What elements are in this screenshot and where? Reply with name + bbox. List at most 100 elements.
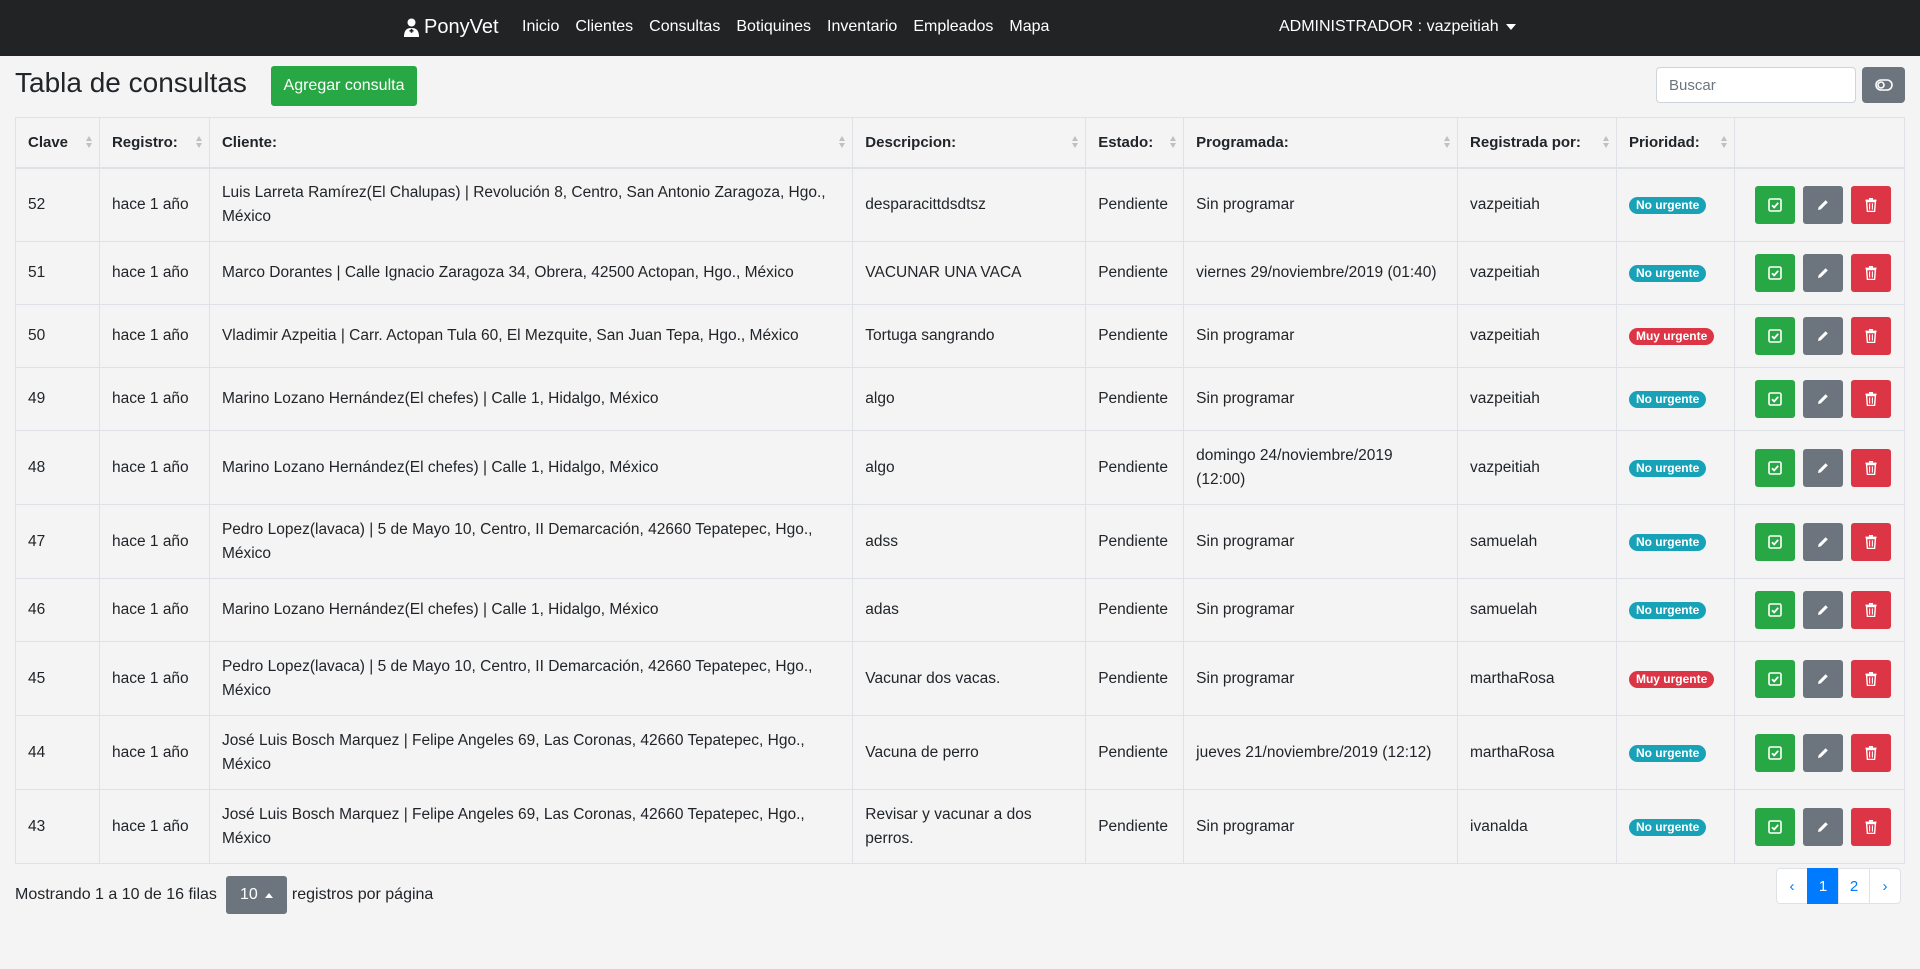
pagination-page-1[interactable]: 1 <box>1807 868 1839 904</box>
complete-button[interactable] <box>1754 807 1795 846</box>
cell-actions <box>1733 641 1906 716</box>
delete-button[interactable] <box>1850 807 1891 846</box>
edit-button[interactable] <box>1802 254 1843 292</box>
nav-link-empleados[interactable]: Empleados <box>913 18 993 36</box>
sort-icon <box>195 135 203 149</box>
cell-prioridad: No urgente <box>1615 241 1735 305</box>
nav-link-inventario[interactable]: Inventario <box>827 18 897 36</box>
row-actions <box>1747 591 1892 629</box>
edit-button[interactable] <box>1802 185 1843 224</box>
cell-programada: domingo 24/noviembre/2019 (12:00) <box>1183 430 1459 505</box>
delete-button[interactable] <box>1850 380 1891 418</box>
cell-cliente: Pedro Lopez(lavaca) | 5 de Mayo 10, Cent… <box>208 641 854 716</box>
cell-registrada-por: samuelah <box>1457 578 1617 642</box>
cell-descripcion: Vacuna de perro <box>852 715 1087 790</box>
priority-badge: No urgente <box>1628 196 1707 214</box>
delete-button[interactable] <box>1850 733 1891 772</box>
cell-registro: hace 1 año <box>98 504 210 579</box>
pagination-page-2[interactable]: 2 <box>1838 868 1870 904</box>
cell-registrada-por: vazpeitiah <box>1457 167 1617 242</box>
cell-clave: 44 <box>15 715 100 790</box>
complete-button[interactable] <box>1754 591 1795 629</box>
brand-link[interactable]: PonyVet <box>403 16 499 39</box>
row-actions <box>1747 185 1892 224</box>
nav-link-mapa[interactable]: Mapa <box>1009 18 1049 36</box>
edit-button[interactable] <box>1802 807 1843 846</box>
delete-button[interactable] <box>1850 522 1891 561</box>
cell-actions <box>1733 430 1906 505</box>
table-row: 49 hace 1 año Marino Lozano Hernández(El c… <box>15 367 1906 431</box>
complete-button[interactable] <box>1754 380 1795 418</box>
delete-button[interactable] <box>1850 448 1891 487</box>
cell-registrada-por: marthaRosa <box>1457 715 1617 790</box>
cell-estado: Pendiente <box>1085 641 1185 716</box>
delete-button[interactable] <box>1850 659 1891 698</box>
consultas-table: Clave Registro: Cliente: Descripcion: Es… <box>15 117 1906 864</box>
pencil-icon <box>1816 746 1830 760</box>
row-actions <box>1747 659 1892 698</box>
priority-badge: No urgente <box>1628 533 1707 551</box>
edit-button[interactable] <box>1802 591 1843 629</box>
nav-link-consultas[interactable]: Consultas <box>649 18 720 36</box>
complete-button[interactable] <box>1754 317 1795 355</box>
edit-button[interactable] <box>1802 733 1843 772</box>
search-input[interactable] <box>1656 67 1856 103</box>
table-row: 46 hace 1 año Marino Lozano Hernández(El c… <box>15 578 1906 642</box>
column-header-registro[interactable]: Registro: <box>98 117 210 169</box>
edit-button[interactable] <box>1802 659 1843 698</box>
brand-name: PonyVet <box>424 16 499 38</box>
toggle-view-button[interactable] <box>1862 67 1905 103</box>
column-header-prioridad[interactable]: Prioridad: <box>1615 117 1735 169</box>
complete-button[interactable] <box>1754 733 1795 772</box>
delete-button[interactable] <box>1850 591 1891 629</box>
column-header-clave[interactable]: Clave <box>15 117 100 169</box>
nav-link-inicio[interactable]: Inicio <box>522 18 559 36</box>
complete-button[interactable] <box>1754 448 1795 487</box>
pencil-icon <box>1816 198 1830 212</box>
priority-badge: No urgente <box>1628 818 1707 836</box>
column-header-cliente[interactable]: Cliente: <box>208 117 854 169</box>
table-row: 44 hace 1 año José Luis Bosch Marquez | Fe… <box>15 715 1906 790</box>
edit-button[interactable] <box>1802 448 1843 487</box>
delete-button[interactable] <box>1850 317 1891 355</box>
nav-link-clientes[interactable]: Clientes <box>575 18 633 36</box>
cell-prioridad: No urgente <box>1615 430 1735 505</box>
cell-registro: hace 1 año <box>98 578 210 642</box>
priority-badge: Muy urgente <box>1628 670 1715 688</box>
cell-descripcion: desparacittdsdtsz <box>852 167 1087 242</box>
complete-button[interactable] <box>1754 659 1795 698</box>
page-size-dropdown[interactable]: 10 <box>225 876 287 914</box>
cell-estado: Pendiente <box>1085 430 1185 505</box>
trash-icon <box>1865 392 1877 406</box>
nav-link-botiquines[interactable]: Botiquines <box>736 18 811 36</box>
trash-icon <box>1865 460 1877 475</box>
complete-button[interactable] <box>1754 522 1795 561</box>
cell-registrada-por: vazpeitiah <box>1457 241 1617 305</box>
edit-button[interactable] <box>1802 522 1843 561</box>
complete-button[interactable] <box>1754 254 1795 292</box>
column-header-actions <box>1733 117 1906 169</box>
edit-button[interactable] <box>1802 317 1843 355</box>
delete-button[interactable] <box>1850 185 1891 224</box>
column-header-programada[interactable]: Programada: <box>1183 117 1459 169</box>
cell-descripcion: algo <box>852 367 1087 431</box>
pencil-icon <box>1816 461 1830 475</box>
cell-descripcion: Vacunar dos vacas. <box>852 641 1087 716</box>
edit-button[interactable] <box>1802 380 1843 418</box>
cell-registro: hace 1 año <box>98 715 210 790</box>
pagination-prev[interactable]: ‹ <box>1776 868 1808 904</box>
delete-button[interactable] <box>1850 254 1891 292</box>
user-menu-dropdown[interactable]: ADMINISTRADOR : vazpeitiah <box>1279 18 1516 36</box>
priority-badge: No urgente <box>1628 391 1707 408</box>
cell-prioridad: No urgente <box>1615 367 1735 431</box>
cell-prioridad: No urgente <box>1615 504 1735 579</box>
column-header-registrada[interactable]: Registrada por: <box>1457 117 1617 169</box>
complete-button[interactable] <box>1754 185 1795 224</box>
add-consulta-button[interactable]: Agregar consulta <box>271 66 417 106</box>
cell-descripcion: adss <box>852 504 1087 579</box>
column-header-estado[interactable]: Estado: <box>1085 117 1185 169</box>
cell-actions <box>1733 578 1906 642</box>
pagination-next[interactable]: › <box>1869 868 1901 904</box>
priority-badge: No urgente <box>1628 744 1707 762</box>
column-header-descripcion[interactable]: Descripcion: <box>852 117 1087 169</box>
